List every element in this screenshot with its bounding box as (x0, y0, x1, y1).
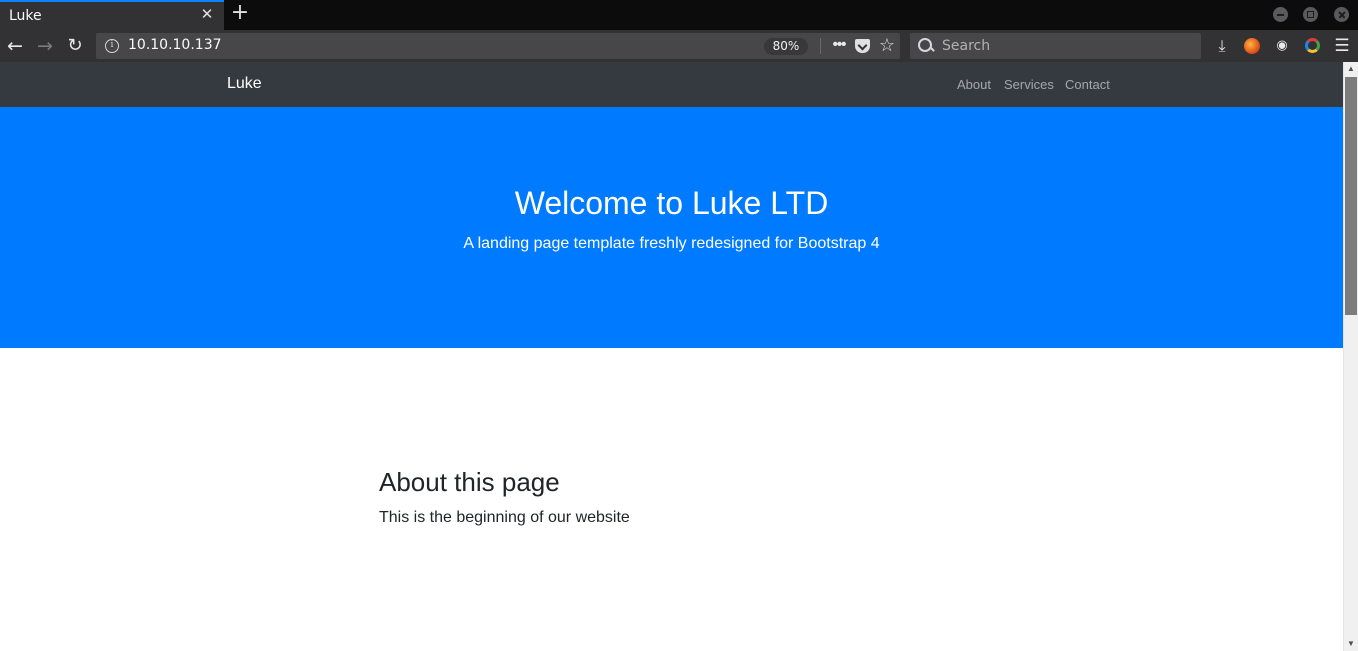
menu-icon[interactable]: ☰ (1330, 34, 1354, 58)
scroll-down-icon[interactable]: ▼ (1344, 637, 1358, 651)
search-input[interactable] (942, 36, 1192, 56)
site-info-icon[interactable]: i (105, 39, 119, 53)
download-icon[interactable]: ⤓ (1210, 34, 1234, 58)
url-text[interactable]: 10.10.10.137 (128, 37, 222, 53)
url-bar-divider (820, 38, 821, 54)
hero-section: Welcome to Luke LTD A landing page templ… (0, 107, 1343, 348)
page-viewport: Luke About Services Contact Welcome to L… (0, 62, 1343, 651)
search-icon (918, 38, 934, 54)
site-navbar: Luke About Services Contact (0, 62, 1343, 107)
hero-subtitle: A landing page template freshly redesign… (463, 235, 880, 252)
maximize-window-icon[interactable] (1303, 7, 1318, 22)
scrollbar-thumb[interactable] (1345, 77, 1357, 315)
page-scrollbar[interactable]: ▲ ▼ (1343, 62, 1358, 651)
pocket-icon[interactable] (855, 39, 870, 53)
reload-icon[interactable]: ↻ (63, 34, 87, 58)
tab-title: Luke (9, 8, 42, 24)
minimize-window-icon[interactable] (1273, 7, 1288, 22)
nav-link-services[interactable]: Services (1004, 77, 1054, 92)
back-icon[interactable]: ← (3, 34, 27, 58)
extension-fox-icon[interactable] (1240, 34, 1264, 58)
forward-icon[interactable]: → (33, 34, 57, 58)
about-heading: About this page (379, 467, 560, 497)
zoom-level-badge[interactable]: 80% (764, 38, 808, 55)
page-actions-icon[interactable]: ••• (828, 36, 850, 56)
nav-link-about[interactable]: About (957, 77, 991, 92)
new-tab-icon[interactable]: + (229, 2, 251, 25)
about-text: This is the beginning of our website (379, 509, 630, 526)
browser-toolbar: ← → ↻ i 10.10.10.137 80% ••• ☆ ⤓ ◉ ☰ (0, 30, 1358, 62)
extension-color-icon[interactable] (1300, 34, 1324, 58)
nav-link-contact[interactable]: Contact (1065, 77, 1110, 92)
tab-bar: Luke ✕ + (0, 0, 1358, 30)
url-bar[interactable]: i 10.10.10.137 80% ••• ☆ (96, 33, 900, 59)
tab-luke[interactable]: Luke ✕ (0, 0, 224, 30)
extension-eye-icon[interactable]: ◉ (1270, 34, 1294, 58)
close-tab-icon[interactable]: ✕ (199, 7, 215, 23)
close-window-icon[interactable] (1334, 7, 1349, 22)
hero-title: Welcome to Luke LTD (514, 185, 829, 221)
bookmark-star-icon[interactable]: ☆ (877, 35, 897, 57)
scroll-up-icon[interactable]: ▲ (1344, 62, 1358, 76)
search-bar[interactable] (910, 33, 1201, 59)
site-brand[interactable]: Luke (227, 75, 262, 93)
